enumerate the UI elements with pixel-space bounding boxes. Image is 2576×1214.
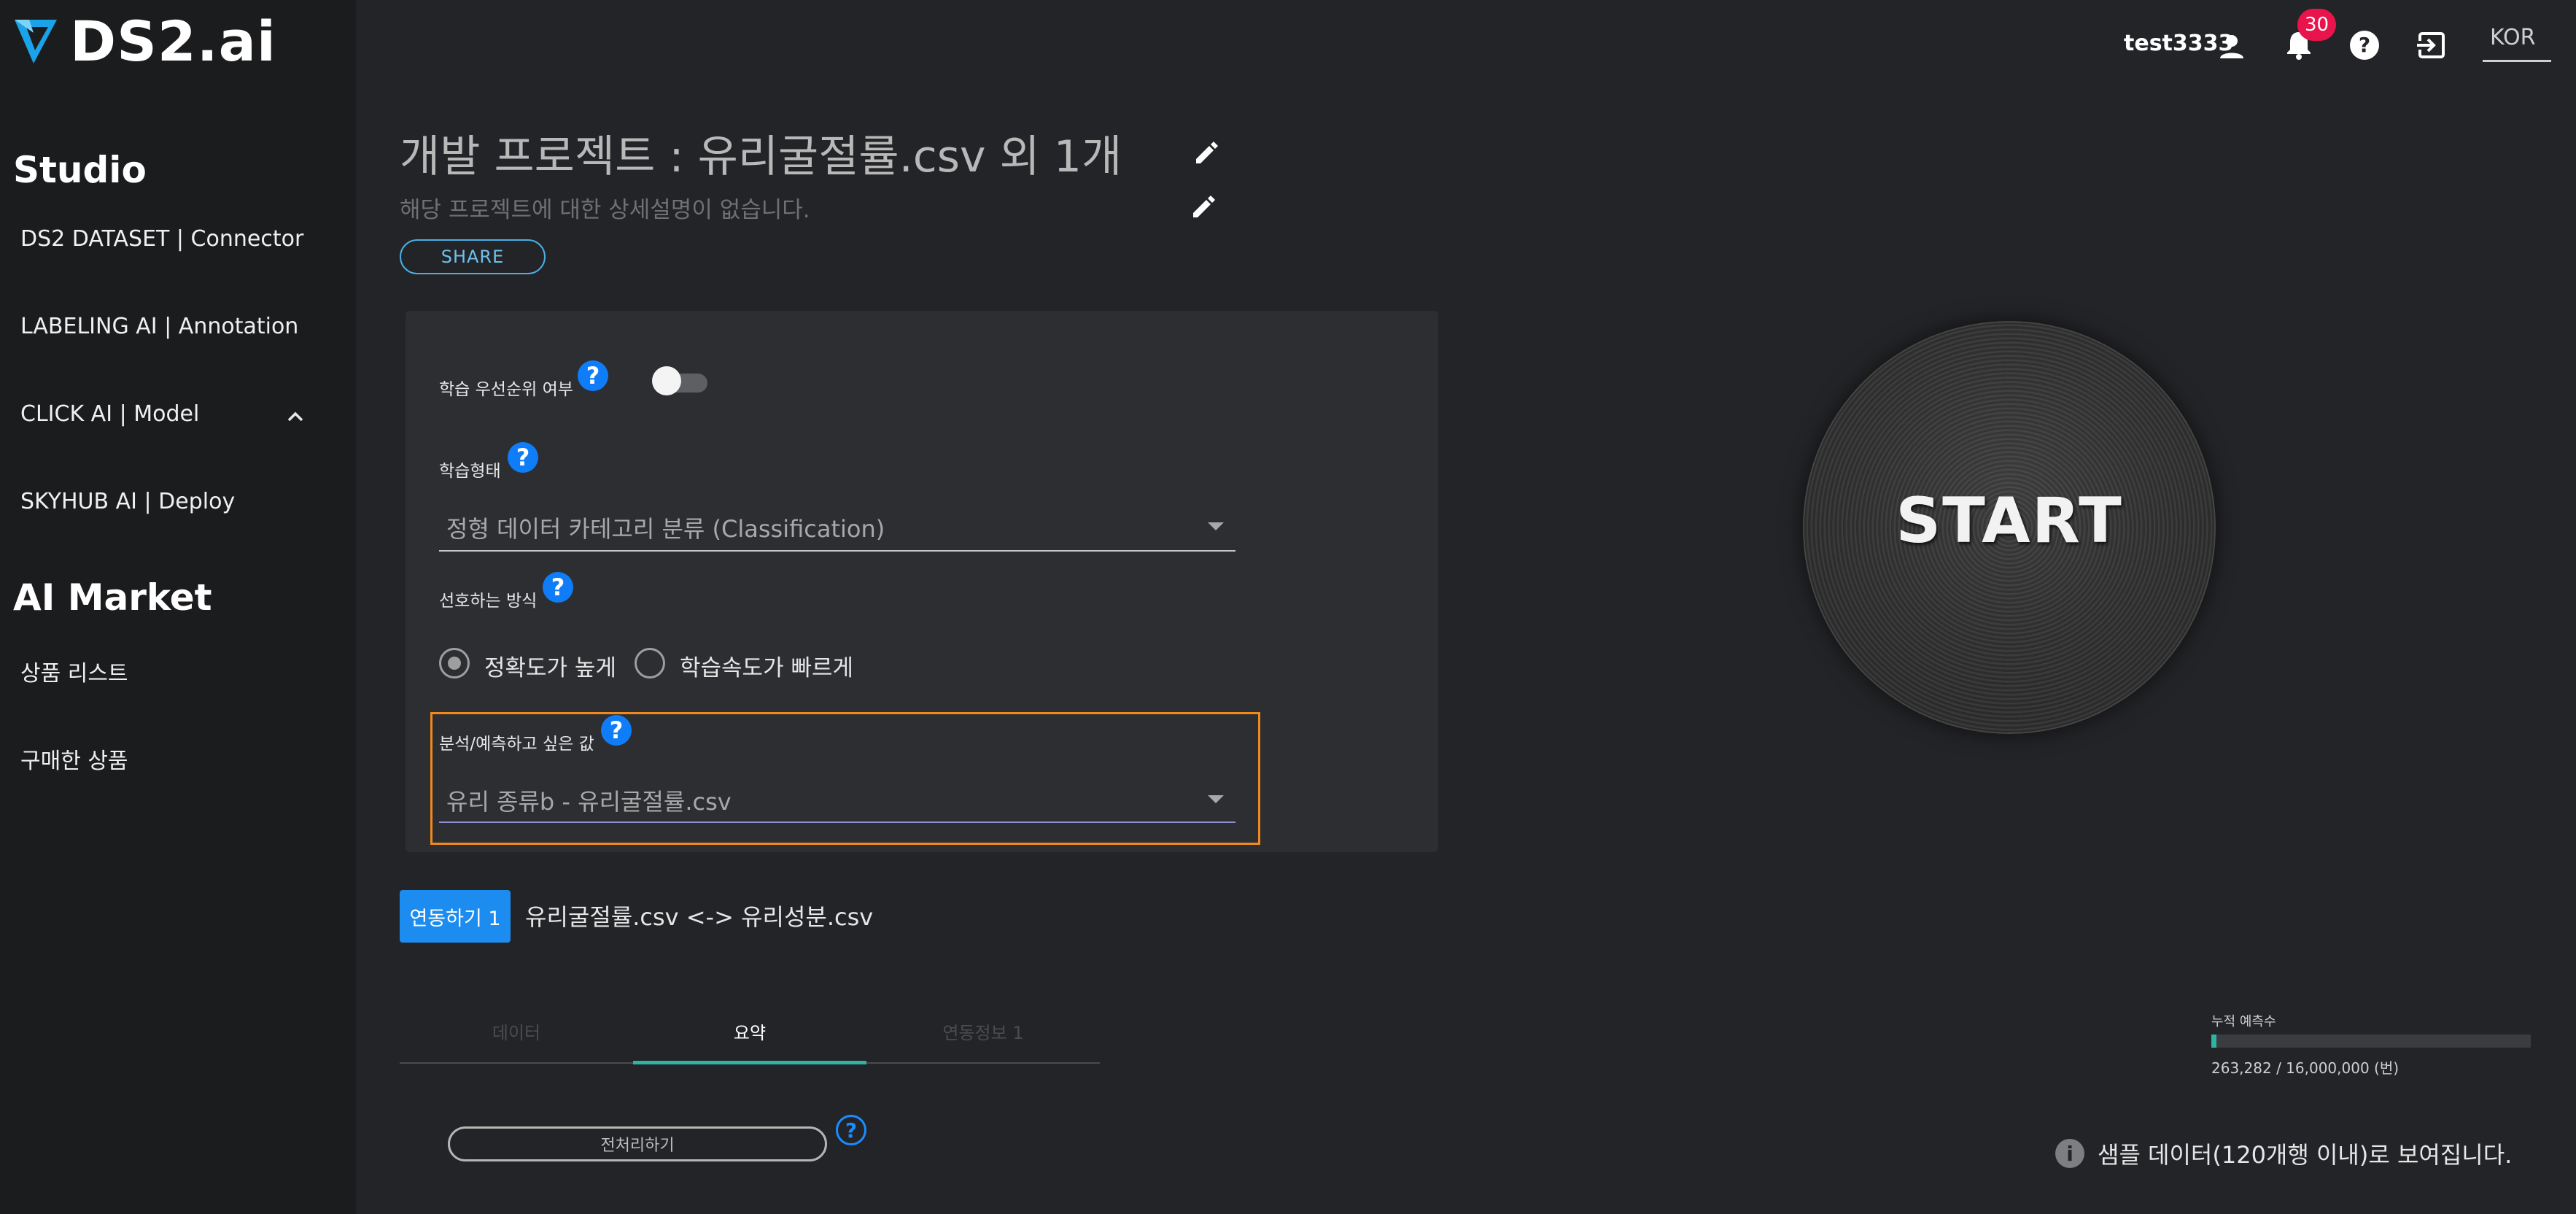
sidebar-item-skyhub-ai[interactable]: SKYHUB AI | Deploy [20,489,235,514]
link-button[interactable]: 연동하기 1 [400,890,511,943]
help-circle-icon[interactable]: ? [2347,28,2382,63]
tab-data[interactable]: 데이터 [400,1018,633,1044]
cumulative-predictions-label: 누적 예측수 [2211,1014,2276,1029]
info-icon: i [2055,1139,2084,1168]
cumulative-predictions-value: 263,282 / 16,000,000 (번) [2211,1059,2400,1077]
ds2-logo-icon [15,20,57,63]
logo[interactable]: DS2.ai [12,9,276,74]
share-button[interactable]: SHARE [400,239,546,274]
priority-toggle[interactable] [652,366,681,395]
method-accuracy-radio-dot [448,657,461,670]
language-underline [2483,60,2551,62]
learning-type-underline [439,550,1235,552]
project-description: 해당 프로젝트에 대한 상세설명이 없습니다. [400,197,810,223]
preprocess-help-icon[interactable]: ? [836,1115,866,1145]
cumulative-predictions-fill [2211,1035,2216,1048]
learning-type-select[interactable]: 정형 데이터 카테고리 분류 (Classification) [446,511,885,544]
logout-icon[interactable] [2414,28,2449,63]
sidebar-item-click-ai[interactable]: CLICK AI | Model [20,401,199,427]
learning-type-label: 학습형태 [439,462,501,481]
sidebar-item-product-list[interactable]: 상품 리스트 [20,655,128,687]
edit-description-pencil-icon[interactable] [1187,190,1221,223]
target-value-help-icon[interactable]: ? [601,715,632,746]
target-value-select[interactable]: 유리 종류b - 유리굴절률.csv [446,784,732,817]
learning-type-dropdown-caret-icon[interactable] [1208,522,1224,530]
project-title: 개발 프로젝트 : 유리굴절률.csv 외 1개 [400,131,1122,182]
method-speed-radio[interactable] [635,648,665,678]
notification-badge: 30 [2297,9,2337,41]
target-dropdown-caret-icon[interactable] [1208,795,1224,803]
preferred-method-help-icon[interactable]: ? [543,572,573,603]
brand-name: DS2.ai [70,8,276,74]
preferred-method-label: 선호하는 방식 [439,592,538,611]
chevron-up-icon[interactable] [284,406,306,428]
edit-title-pencil-icon[interactable] [1190,136,1224,169]
start-label[interactable]: START [1803,484,2216,557]
sidebar-item-labeling-ai[interactable]: LABELING AI | Annotation [20,314,298,339]
tab-active-indicator [633,1061,866,1064]
sidebar: DS2.ai Studio DS2 DATASET | Connector LA… [0,0,356,1214]
target-value-underline [439,821,1235,823]
learning-type-help-icon[interactable]: ? [508,442,538,473]
sidebar-item-purchased[interactable]: 구매한 상품 [20,743,128,775]
method-accuracy-radio[interactable] [439,648,470,678]
svg-text:?: ? [2359,33,2370,57]
link-description: 유리굴절률.csv <-> 유리성분.csv [525,903,874,931]
user-icon[interactable] [2214,29,2249,64]
tab-link-info[interactable]: 연동정보 1 [866,1018,1100,1044]
ai-market-heading: AI Market [13,576,212,619]
priority-help-icon[interactable]: ? [578,360,608,391]
sidebar-item-ds2-dataset[interactable]: DS2 DATASET | Connector [20,226,303,252]
method-accuracy-label[interactable]: 정확도가 높게 [484,649,616,682]
studio-heading: Studio [13,149,147,191]
language-selector[interactable]: KOR [2490,25,2536,50]
cumulative-predictions-track [2211,1035,2531,1048]
sample-data-notice-text: 샘플 데이터(120개행 이내)로 보여집니다. [2098,1141,2513,1169]
priority-label: 학습 우선순위 여부 [439,380,573,399]
preprocess-button[interactable]: 전처리하기 [448,1126,827,1161]
method-speed-label[interactable]: 학습속도가 빠르게 [680,649,853,682]
sample-data-notice: i 샘플 데이터(120개행 이내)로 보여집니다. [2055,1137,2512,1170]
tab-summary[interactable]: 요약 [633,1018,866,1044]
target-value-label: 분석/예측하고 싶은 값 [439,735,594,754]
